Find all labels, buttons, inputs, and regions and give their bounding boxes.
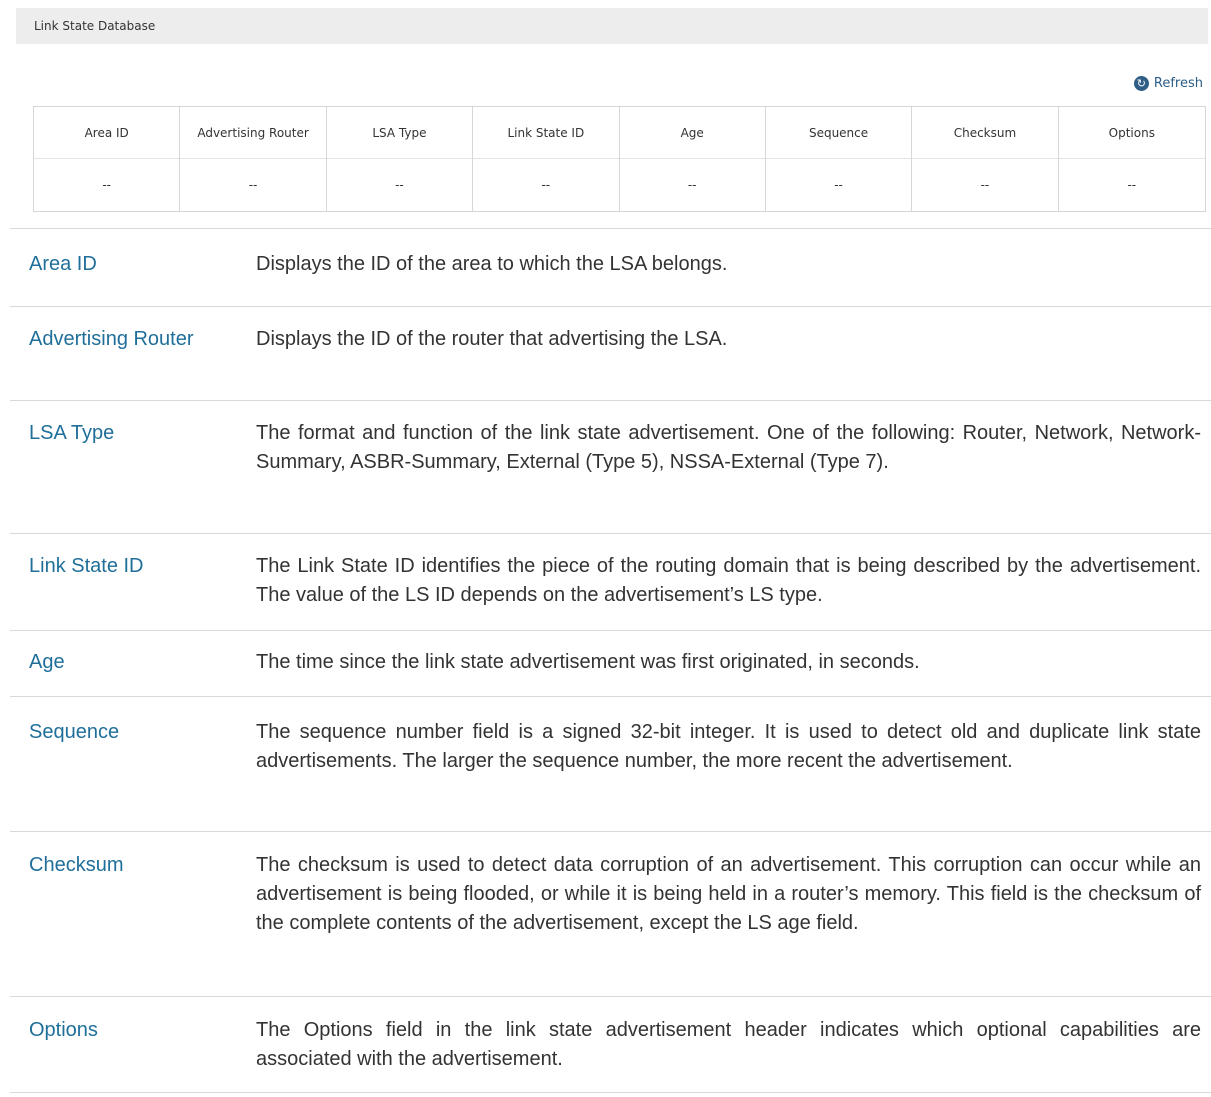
description-row-checksum: Checksum The checksum is used to detect … — [10, 832, 1211, 997]
lsdb-table: Area ID Advertising Router LSA Type Link… — [33, 106, 1206, 212]
description-term: Checksum — [29, 854, 124, 876]
column-header-link-state-id: Link State ID — [473, 107, 620, 159]
description-term: Age — [29, 651, 65, 673]
description-row-sequence: Sequence The sequence number field is a … — [10, 697, 1211, 832]
description-text: The Options field in the link state adve… — [256, 1019, 1201, 1070]
description-text: Displays the ID of the router that adver… — [256, 328, 728, 350]
description-row-advertising-router: Advertising Router Displays the ID of th… — [10, 307, 1211, 401]
column-header-lsa-type: LSA Type — [326, 107, 474, 159]
description-text: The sequence number field is a signed 32… — [256, 721, 1201, 772]
table-cell-advertising-router: -- — [180, 159, 327, 211]
panel-title: Link State Database — [16, 8, 1208, 44]
column-header-checksum: Checksum — [912, 107, 1059, 159]
table-cell-age: -- — [620, 159, 766, 211]
column-header-area-id: Area ID — [34, 107, 181, 159]
description-row-area-id: Area ID Displays the ID of the area to w… — [10, 229, 1211, 307]
column-header-advertising-router: Advertising Router — [180, 107, 327, 159]
column-header-age: Age — [619, 107, 766, 159]
field-description-table: Area ID Displays the ID of the area to w… — [10, 228, 1211, 1093]
description-text: The checksum is used to detect data corr… — [256, 854, 1201, 934]
table-cell-options: -- — [1127, 178, 1137, 192]
description-term: Advertising Router — [29, 328, 194, 350]
description-text: The time since the link state advertisem… — [256, 651, 920, 673]
description-text: The format and function of the link stat… — [256, 422, 1201, 473]
description-term: Sequence — [29, 721, 120, 743]
description-row-age: Age The time since the link state advert… — [10, 631, 1211, 697]
description-text: The Link State ID identifies the piece o… — [256, 555, 1201, 606]
description-text: Displays the ID of the area to which the… — [256, 253, 728, 275]
refresh-button[interactable]: ↻ Refresh — [1133, 73, 1203, 93]
table-cell-area-id: -- — [34, 159, 181, 211]
description-term: Link State ID — [29, 555, 144, 577]
description-row-options: Options The Options field in the link st… — [10, 997, 1211, 1093]
column-header-options: Options — [1058, 107, 1205, 159]
description-row-lsa-type: LSA Type The format and function of the … — [10, 401, 1211, 534]
refresh-label: Refresh — [1153, 75, 1203, 91]
description-term: LSA Type — [29, 422, 115, 444]
refresh-icon: ↻ — [1133, 75, 1149, 91]
table-cell-link-state-id: -- — [473, 159, 620, 211]
description-term: Area ID — [29, 253, 97, 275]
table-cell-checksum: -- — [912, 159, 1059, 211]
description-row-link-state-id: Link State ID The Link State ID identifi… — [10, 534, 1211, 631]
description-term: Options — [29, 1019, 98, 1041]
column-header-sequence: Sequence — [765, 107, 913, 159]
table-cell-lsa-type: -- — [327, 159, 474, 211]
table-cell-sequence: -- — [766, 159, 913, 211]
